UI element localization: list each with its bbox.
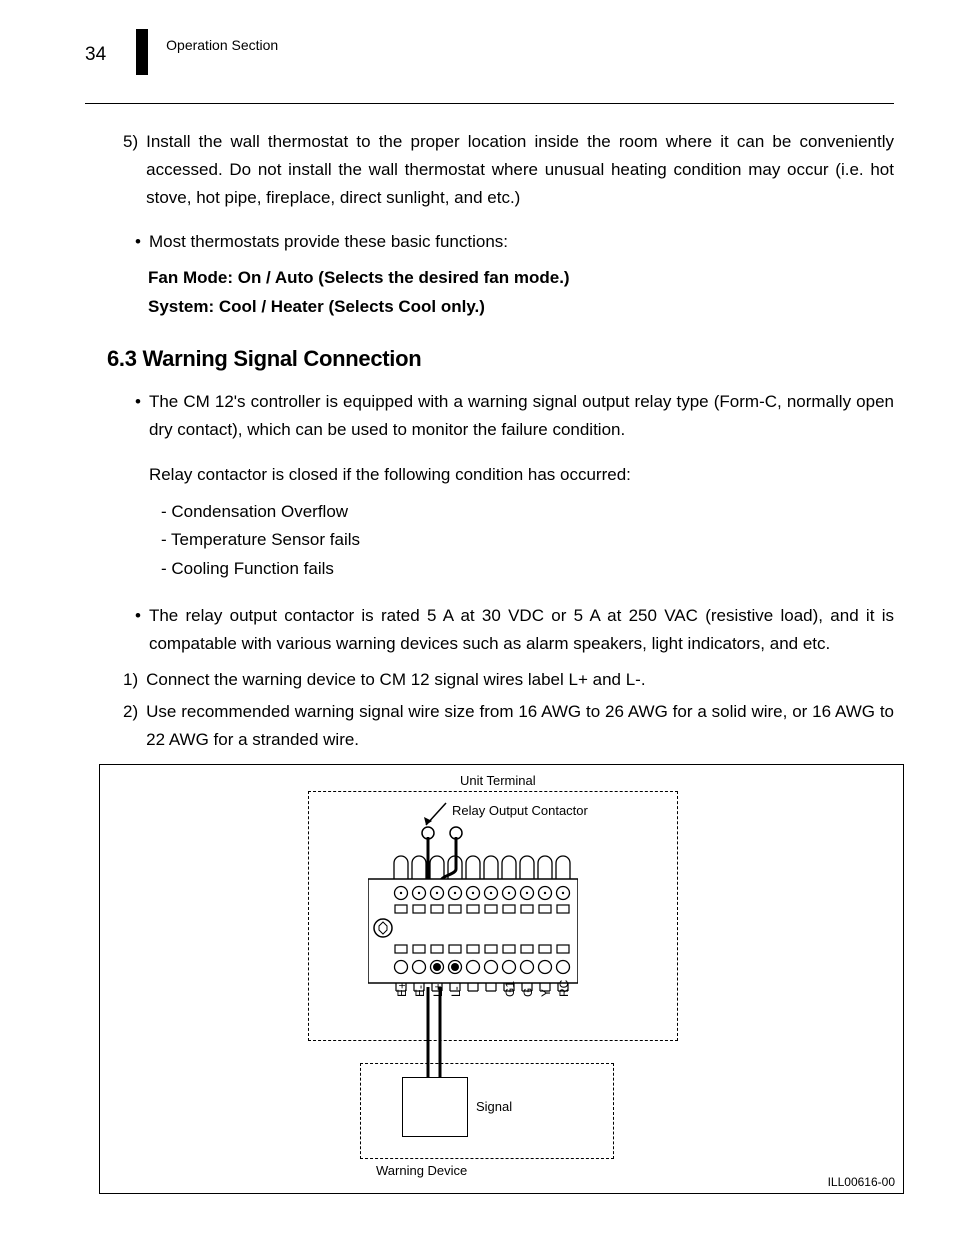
label-unit-terminal: Unit Terminal [460, 773, 536, 788]
terminal-label: G [521, 988, 535, 997]
terminal-label: E+ [395, 982, 409, 997]
terminal-label: L+ [431, 984, 445, 998]
bullet-thermostat-functions: • Most thermostats provide these basic f… [135, 228, 894, 256]
terminal-label: E- [413, 985, 427, 997]
bullet-relay-rating: • The relay output contactor is rated 5 … [135, 602, 894, 658]
label-signal: Signal [476, 1099, 512, 1114]
condition-1: Condensation Overflow [161, 498, 894, 527]
bullet-text: The relay output contactor is rated 5 A … [149, 602, 894, 658]
bullet-dot-icon: • [135, 388, 141, 584]
bullet-dot-icon: • [135, 228, 141, 256]
terminal-label: RC [557, 980, 571, 997]
bullet-controller-warning: • The CM 12's controller is equipped wit… [135, 388, 894, 584]
system-line: System: Cool / Heater (Selects Cool only… [148, 293, 894, 322]
section-heading-6-3: 6.3 Warning Signal Connection [107, 346, 894, 372]
step-number: 2) [123, 698, 138, 754]
item-number: 5) [123, 128, 138, 212]
label-warning-device: Warning Device [376, 1163, 467, 1178]
step-text: Use recommended warning signal wire size… [146, 698, 894, 754]
page-header: 34 Operation Section [85, 35, 894, 104]
fan-mode-line: Fan Mode: On / Auto (Selects the desired… [148, 264, 894, 293]
step-number: 1) [123, 666, 138, 694]
page-number: 34 [85, 44, 106, 66]
bullet-text: Most thermostats provide these basic fun… [149, 228, 508, 256]
signal-box [402, 1077, 468, 1137]
list-item-5: 5) Install the wall thermostat to the pr… [123, 128, 894, 212]
wiring-diagram-figure: Unit Terminal Relay Output Contactor [99, 764, 904, 1194]
bold-function-lines: Fan Mode: On / Auto (Selects the desired… [148, 264, 894, 322]
header-bar-icon [136, 29, 148, 75]
step-1: 1) Connect the warning device to CM 12 s… [123, 666, 894, 694]
bullet-text: The CM 12's controller is equipped with … [149, 392, 894, 439]
condition-list: Condensation Overflow Temperature Sensor… [161, 498, 894, 585]
content-body: 5) Install the wall thermostat to the pr… [85, 128, 894, 1194]
item-text: Install the wall thermostat to the prope… [146, 128, 894, 212]
bullet-dot-icon: • [135, 602, 141, 658]
condition-3: Cooling Function fails [161, 555, 894, 584]
terminal-label: G1 [503, 981, 517, 997]
step-2: 2) Use recommended warning signal wire s… [123, 698, 894, 754]
bullet-body: The CM 12's controller is equipped with … [149, 388, 894, 584]
terminal-label: Y [539, 989, 553, 997]
terminal-block-icon [368, 853, 578, 1003]
label-relay-output: Relay Output Contactor [452, 803, 588, 818]
terminal-label: L- [449, 987, 463, 998]
relay-closed-para: Relay contactor is closed if the followi… [149, 462, 894, 488]
step-text: Connect the warning device to CM 12 sign… [146, 666, 645, 694]
condition-2: Temperature Sensor fails [161, 526, 894, 555]
illustration-code: ILL00616-00 [828, 1175, 895, 1189]
section-name: Operation Section [166, 37, 278, 53]
